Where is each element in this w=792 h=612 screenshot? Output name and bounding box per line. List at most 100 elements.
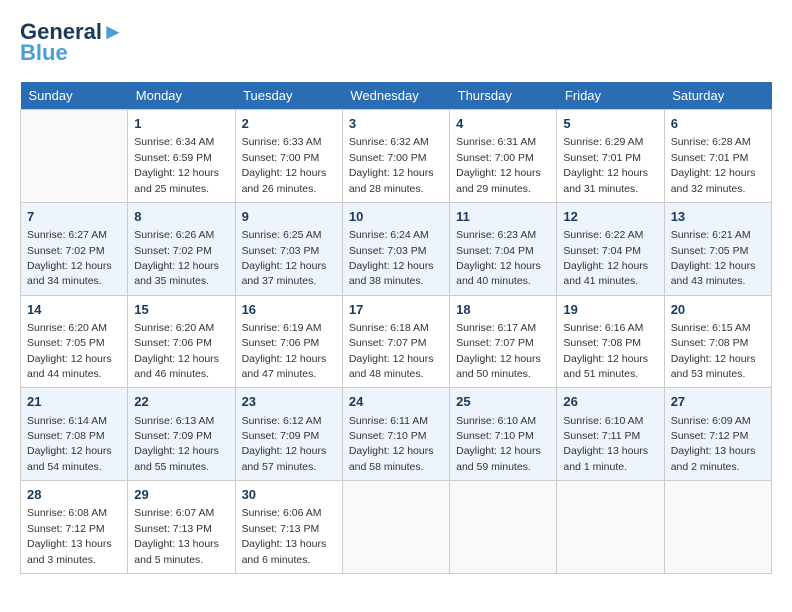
calendar-week-5: 28 Sunrise: 6:08 AMSunset: 7:12 PMDaylig… (21, 481, 772, 574)
calendar-cell (21, 110, 128, 203)
calendar-cell: 4 Sunrise: 6:31 AMSunset: 7:00 PMDayligh… (450, 110, 557, 203)
day-info: Sunrise: 6:16 AMSunset: 7:08 PMDaylight:… (563, 322, 648, 380)
weekday-header-sunday: Sunday (21, 82, 128, 110)
day-info: Sunrise: 6:29 AMSunset: 7:01 PMDaylight:… (563, 136, 648, 194)
day-number: 23 (242, 393, 336, 411)
day-info: Sunrise: 6:21 AMSunset: 7:05 PMDaylight:… (671, 229, 756, 287)
calendar-cell: 17 Sunrise: 6:18 AMSunset: 7:07 PMDaylig… (342, 295, 449, 388)
day-number: 6 (671, 115, 765, 133)
day-number: 17 (349, 301, 443, 319)
day-info: Sunrise: 6:06 AMSunset: 7:13 PMDaylight:… (242, 507, 327, 565)
day-info: Sunrise: 6:27 AMSunset: 7:02 PMDaylight:… (27, 229, 112, 287)
weekday-header-friday: Friday (557, 82, 664, 110)
logo: General► Blue (20, 20, 124, 66)
day-info: Sunrise: 6:10 AMSunset: 7:10 PMDaylight:… (456, 415, 541, 473)
day-number: 22 (134, 393, 228, 411)
calendar-cell: 20 Sunrise: 6:15 AMSunset: 7:08 PMDaylig… (664, 295, 771, 388)
calendar-cell: 7 Sunrise: 6:27 AMSunset: 7:02 PMDayligh… (21, 202, 128, 295)
day-number: 5 (563, 115, 657, 133)
day-number: 26 (563, 393, 657, 411)
calendar-cell: 13 Sunrise: 6:21 AMSunset: 7:05 PMDaylig… (664, 202, 771, 295)
day-info: Sunrise: 6:34 AMSunset: 6:59 PMDaylight:… (134, 136, 219, 194)
day-number: 8 (134, 208, 228, 226)
weekday-header-monday: Monday (128, 82, 235, 110)
calendar-cell: 23 Sunrise: 6:12 AMSunset: 7:09 PMDaylig… (235, 388, 342, 481)
calendar-cell: 19 Sunrise: 6:16 AMSunset: 7:08 PMDaylig… (557, 295, 664, 388)
calendar-cell: 15 Sunrise: 6:20 AMSunset: 7:06 PMDaylig… (128, 295, 235, 388)
day-number: 2 (242, 115, 336, 133)
day-info: Sunrise: 6:08 AMSunset: 7:12 PMDaylight:… (27, 507, 112, 565)
day-number: 1 (134, 115, 228, 133)
day-info: Sunrise: 6:10 AMSunset: 7:11 PMDaylight:… (563, 415, 648, 473)
calendar-cell: 22 Sunrise: 6:13 AMSunset: 7:09 PMDaylig… (128, 388, 235, 481)
day-number: 16 (242, 301, 336, 319)
day-number: 14 (27, 301, 121, 319)
day-number: 20 (671, 301, 765, 319)
day-info: Sunrise: 6:07 AMSunset: 7:13 PMDaylight:… (134, 507, 219, 565)
calendar-cell: 30 Sunrise: 6:06 AMSunset: 7:13 PMDaylig… (235, 481, 342, 574)
weekday-header-saturday: Saturday (664, 82, 771, 110)
day-number: 15 (134, 301, 228, 319)
calendar-cell: 3 Sunrise: 6:32 AMSunset: 7:00 PMDayligh… (342, 110, 449, 203)
calendar-cell (450, 481, 557, 574)
day-info: Sunrise: 6:24 AMSunset: 7:03 PMDaylight:… (349, 229, 434, 287)
calendar-cell (557, 481, 664, 574)
calendar-cell (664, 481, 771, 574)
day-info: Sunrise: 6:11 AMSunset: 7:10 PMDaylight:… (349, 415, 434, 473)
calendar-cell: 27 Sunrise: 6:09 AMSunset: 7:12 PMDaylig… (664, 388, 771, 481)
weekday-header-tuesday: Tuesday (235, 82, 342, 110)
day-number: 10 (349, 208, 443, 226)
day-info: Sunrise: 6:18 AMSunset: 7:07 PMDaylight:… (349, 322, 434, 380)
day-number: 25 (456, 393, 550, 411)
calendar-cell: 24 Sunrise: 6:11 AMSunset: 7:10 PMDaylig… (342, 388, 449, 481)
day-number: 7 (27, 208, 121, 226)
calendar-cell: 11 Sunrise: 6:23 AMSunset: 7:04 PMDaylig… (450, 202, 557, 295)
day-number: 9 (242, 208, 336, 226)
calendar-cell: 8 Sunrise: 6:26 AMSunset: 7:02 PMDayligh… (128, 202, 235, 295)
day-info: Sunrise: 6:31 AMSunset: 7:00 PMDaylight:… (456, 136, 541, 194)
day-number: 13 (671, 208, 765, 226)
calendar-cell: 14 Sunrise: 6:20 AMSunset: 7:05 PMDaylig… (21, 295, 128, 388)
day-info: Sunrise: 6:22 AMSunset: 7:04 PMDaylight:… (563, 229, 648, 287)
calendar-table: SundayMondayTuesdayWednesdayThursdayFrid… (20, 82, 772, 574)
day-number: 11 (456, 208, 550, 226)
day-number: 18 (456, 301, 550, 319)
calendar-cell: 10 Sunrise: 6:24 AMSunset: 7:03 PMDaylig… (342, 202, 449, 295)
day-number: 21 (27, 393, 121, 411)
calendar-cell: 2 Sunrise: 6:33 AMSunset: 7:00 PMDayligh… (235, 110, 342, 203)
day-number: 29 (134, 486, 228, 504)
day-info: Sunrise: 6:33 AMSunset: 7:00 PMDaylight:… (242, 136, 327, 194)
day-info: Sunrise: 6:23 AMSunset: 7:04 PMDaylight:… (456, 229, 541, 287)
day-number: 24 (349, 393, 443, 411)
day-info: Sunrise: 6:25 AMSunset: 7:03 PMDaylight:… (242, 229, 327, 287)
calendar-cell: 26 Sunrise: 6:10 AMSunset: 7:11 PMDaylig… (557, 388, 664, 481)
day-info: Sunrise: 6:28 AMSunset: 7:01 PMDaylight:… (671, 136, 756, 194)
calendar-cell: 12 Sunrise: 6:22 AMSunset: 7:04 PMDaylig… (557, 202, 664, 295)
day-number: 27 (671, 393, 765, 411)
day-info: Sunrise: 6:12 AMSunset: 7:09 PMDaylight:… (242, 415, 327, 473)
calendar-cell: 28 Sunrise: 6:08 AMSunset: 7:12 PMDaylig… (21, 481, 128, 574)
day-number: 19 (563, 301, 657, 319)
calendar-cell: 6 Sunrise: 6:28 AMSunset: 7:01 PMDayligh… (664, 110, 771, 203)
calendar-cell (342, 481, 449, 574)
calendar-cell: 25 Sunrise: 6:10 AMSunset: 7:10 PMDaylig… (450, 388, 557, 481)
day-info: Sunrise: 6:20 AMSunset: 7:05 PMDaylight:… (27, 322, 112, 380)
day-number: 28 (27, 486, 121, 504)
calendar-cell: 16 Sunrise: 6:19 AMSunset: 7:06 PMDaylig… (235, 295, 342, 388)
calendar-cell: 29 Sunrise: 6:07 AMSunset: 7:13 PMDaylig… (128, 481, 235, 574)
day-info: Sunrise: 6:26 AMSunset: 7:02 PMDaylight:… (134, 229, 219, 287)
calendar-cell: 21 Sunrise: 6:14 AMSunset: 7:08 PMDaylig… (21, 388, 128, 481)
day-number: 30 (242, 486, 336, 504)
day-number: 3 (349, 115, 443, 133)
day-number: 12 (563, 208, 657, 226)
day-info: Sunrise: 6:09 AMSunset: 7:12 PMDaylight:… (671, 415, 756, 473)
day-info: Sunrise: 6:32 AMSunset: 7:00 PMDaylight:… (349, 136, 434, 194)
page-header: General► Blue (20, 20, 772, 66)
day-info: Sunrise: 6:17 AMSunset: 7:07 PMDaylight:… (456, 322, 541, 380)
weekday-header-wednesday: Wednesday (342, 82, 449, 110)
calendar-cell: 1 Sunrise: 6:34 AMSunset: 6:59 PMDayligh… (128, 110, 235, 203)
day-info: Sunrise: 6:19 AMSunset: 7:06 PMDaylight:… (242, 322, 327, 380)
calendar-week-1: 1 Sunrise: 6:34 AMSunset: 6:59 PMDayligh… (21, 110, 772, 203)
weekday-header-row: SundayMondayTuesdayWednesdayThursdayFrid… (21, 82, 772, 110)
day-number: 4 (456, 115, 550, 133)
